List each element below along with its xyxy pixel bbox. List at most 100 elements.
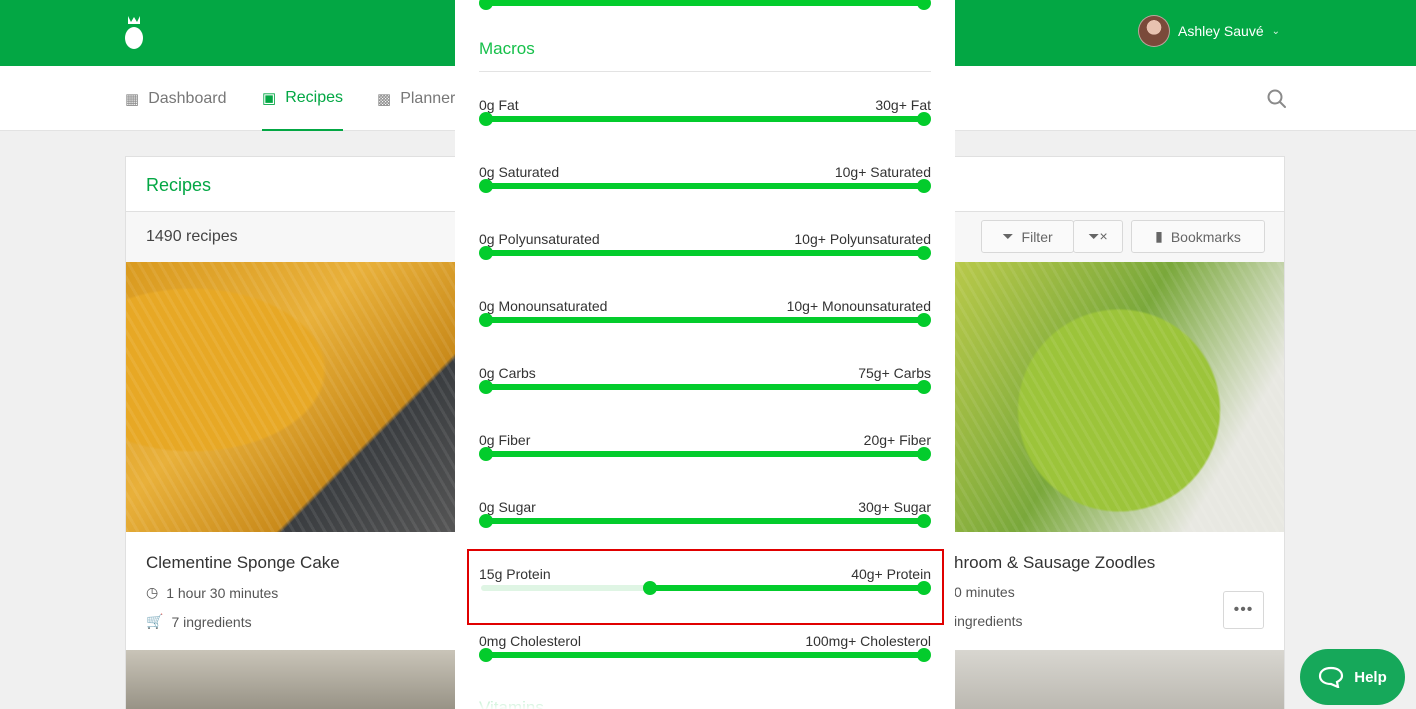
slider-max-label: 10g+ Monounsaturated xyxy=(786,298,931,314)
slider-min-label: 0mg Cholesterol xyxy=(479,633,581,649)
slider-handle-min[interactable] xyxy=(479,648,493,662)
slider-max-label: 75g+ Carbs xyxy=(858,365,931,381)
divider xyxy=(479,71,931,72)
nav-recipes[interactable]: ▣ Recipes xyxy=(262,66,343,131)
range-slider[interactable]: 0g Sugar 30g+ Sugar xyxy=(479,499,931,549)
slider-min-label: 0g Saturated xyxy=(479,164,560,180)
slider-handle-max[interactable] xyxy=(917,447,931,461)
logo-icon[interactable] xyxy=(122,14,146,50)
slider-handle-min[interactable] xyxy=(479,447,493,461)
slider-fill xyxy=(481,0,929,6)
slider-fill xyxy=(486,183,924,189)
filter-button[interactable]: ⏷ Filter xyxy=(981,220,1074,253)
slider-min-label: 0g Polyunsaturated xyxy=(479,231,600,247)
slider-fill xyxy=(486,116,924,122)
range-slider[interactable]: 0mg Cholesterol 100mg+ Cholesterol xyxy=(479,633,931,683)
slider-max-label: 20g+ Fiber xyxy=(863,432,931,448)
inbox-tray-icon: ▣ xyxy=(262,89,277,107)
slider-handle-min[interactable] xyxy=(479,514,493,528)
slider-handle-max[interactable] xyxy=(917,648,931,662)
search-icon[interactable] xyxy=(1266,88,1288,110)
chat-bubble-icon xyxy=(1319,666,1344,688)
slider-handle-max[interactable] xyxy=(917,313,931,327)
slider-fill xyxy=(486,250,924,256)
recipe-time-value: 0 minutes xyxy=(954,584,1015,600)
recipe-image[interactable] xyxy=(126,262,456,532)
clear-filter-button[interactable]: ⏷× xyxy=(1073,220,1123,253)
range-slider[interactable]: 0g Saturated 10g+ Saturated xyxy=(479,164,931,214)
nav-planner-label: Planner xyxy=(400,89,456,107)
range-slider[interactable]: 0g Fiber 20g+ Fiber xyxy=(479,432,931,482)
nav-dashboard[interactable]: ▦ Dashboard xyxy=(125,66,226,131)
slider-handle-min[interactable] xyxy=(479,380,493,394)
slider-fill xyxy=(486,451,924,457)
slider-fill xyxy=(486,384,924,390)
recipe-time: ◷ 1 hour 30 minutes xyxy=(146,584,278,601)
nav-dashboard-label: Dashboard xyxy=(148,89,227,107)
recipe-ingredients-value: 7 ingredients xyxy=(171,613,252,630)
recipe-count: 1490 recipes xyxy=(146,228,238,245)
recipe-title[interactable]: Clementine Sponge Cake xyxy=(146,553,340,573)
slider-handle-max[interactable] xyxy=(917,380,931,394)
recipe-time-value: 1 hour 30 minutes xyxy=(166,584,279,601)
range-slider[interactable]: 0g Monounsaturated 10g+ Monounsaturated xyxy=(479,298,931,348)
vitamins-heading: Vitamins xyxy=(479,698,544,709)
bookmark-icon: ▮ xyxy=(1155,228,1163,244)
slider-min-label: 0g Carbs xyxy=(479,365,536,381)
slider-top-partial[interactable] xyxy=(479,0,931,31)
slider-max-label: 10g+ Saturated xyxy=(834,164,931,180)
slider-max-label: 30g+ Sugar xyxy=(858,499,931,515)
range-slider[interactable]: 0g Fat 30g+ Fat xyxy=(479,97,931,147)
slider-max-label: 30g+ Fat xyxy=(875,97,931,113)
page-title: Recipes xyxy=(146,175,212,195)
bookmarks-label: Bookmarks xyxy=(1170,228,1241,245)
slider-handle-min[interactable] xyxy=(479,179,493,193)
recipe-image[interactable] xyxy=(126,650,456,709)
range-slider[interactable]: 0g Polyunsaturated 10g+ Polyunsaturated xyxy=(479,231,931,281)
slider-handle-min[interactable] xyxy=(479,246,493,260)
cart-icon: 🛒 xyxy=(146,613,164,629)
chevron-down-icon[interactable]: ⌄ xyxy=(1272,26,1280,37)
user-name[interactable]: Ashley Sauvé xyxy=(1178,23,1264,39)
avatar[interactable] xyxy=(1138,15,1170,47)
macros-heading: Macros xyxy=(479,39,535,58)
slider-min-label: 0g Fat xyxy=(479,97,519,113)
help-button[interactable]: Help xyxy=(1300,649,1405,705)
funnel-icon: ⏷ xyxy=(1002,228,1014,244)
slider-handle-min[interactable] xyxy=(479,0,493,10)
slider-handle-min[interactable] xyxy=(479,112,493,126)
slider-max-label: 100mg+ Cholesterol xyxy=(805,633,931,649)
slider-handle-max[interactable] xyxy=(917,112,931,126)
bookmarks-button[interactable]: ▮ Bookmarks xyxy=(1131,220,1265,253)
slider-max-label: 10g+ Polyunsaturated xyxy=(794,231,931,247)
slider-min-label: 0g Sugar xyxy=(479,499,536,515)
filter-label: Filter xyxy=(1021,228,1053,245)
more-options-button[interactable]: ••• xyxy=(1223,591,1264,629)
user-menu[interactable]: Ashley Sauvé ⌄ xyxy=(1138,14,1280,48)
slider-fill xyxy=(486,317,924,323)
slider-fill xyxy=(486,518,924,524)
calendar-icon: ▩ xyxy=(377,90,392,108)
recipe-image[interactable] xyxy=(954,262,1284,532)
slider-fill xyxy=(486,652,924,658)
help-label: Help xyxy=(1354,668,1387,686)
clock-icon: ◷ xyxy=(146,584,159,600)
range-slider[interactable]: 0g Carbs 75g+ Carbs xyxy=(479,365,931,415)
slider-handle-max[interactable] xyxy=(917,246,931,260)
slider-handle-max[interactable] xyxy=(917,0,931,10)
recipe-ingredients-value: ingredients xyxy=(954,613,1023,629)
clear-filter-icon: ⏷× xyxy=(1088,228,1108,244)
slider-handle-max[interactable] xyxy=(917,514,931,528)
recipe-title[interactable]: hroom & Sausage Zoodles xyxy=(954,553,1155,573)
protein-slider-highlight xyxy=(467,549,944,625)
slider-min-label: 0g Monounsaturated xyxy=(479,298,608,314)
recipe-image[interactable] xyxy=(954,650,1284,709)
nav-recipes-label: Recipes xyxy=(285,88,343,106)
dashboard-icon: ▦ xyxy=(125,90,140,108)
recipe-ingredients: ingredients xyxy=(954,613,1023,629)
slider-handle-min[interactable] xyxy=(479,313,493,327)
slider-handle-max[interactable] xyxy=(917,179,931,193)
recipe-time: 0 minutes xyxy=(954,584,1015,600)
slider-min-label: 0g Fiber xyxy=(479,432,531,448)
nav-planner[interactable]: ▩ Planner xyxy=(377,66,455,131)
